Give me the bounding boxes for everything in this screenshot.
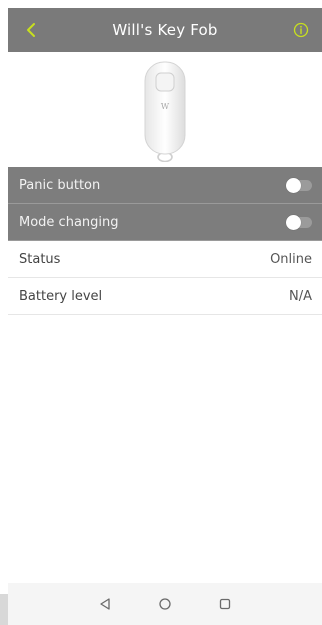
key-fob-image: W [144, 61, 186, 162]
battery-level-label: Battery level [19, 288, 103, 304]
device-image-area: W [8, 52, 322, 167]
back-button[interactable] [18, 17, 44, 43]
fob-logo: W [161, 102, 170, 111]
nav-home-button[interactable] [135, 589, 195, 619]
status-value: Online [270, 251, 312, 267]
chevron-left-icon [27, 23, 35, 37]
triangle-back-icon [100, 598, 110, 610]
mode-changing-label: Mode changing [19, 214, 119, 230]
status-row: Status Online [8, 241, 322, 278]
toggle-knob [286, 214, 301, 230]
mode-changing-row: Mode changing [8, 204, 322, 241]
nav-back-button[interactable] [75, 589, 135, 619]
info-button[interactable] [288, 17, 314, 43]
circle-home-icon [159, 598, 171, 610]
screen-edge-shade [0, 594, 8, 625]
battery-level-row: Battery level N/A [8, 278, 322, 315]
screen-edge [0, 0, 8, 625]
panic-button-label: Panic button [19, 177, 101, 193]
nav-recents-button[interactable] [195, 589, 255, 619]
panic-button-toggle[interactable] [286, 177, 312, 193]
page-title: Will's Key Fob [112, 21, 218, 39]
app-header: Will's Key Fob [8, 8, 322, 52]
panic-button-row: Panic button [8, 167, 322, 204]
toggle-knob [286, 177, 301, 193]
status-label: Status [19, 251, 61, 267]
info-circle-icon [293, 22, 309, 38]
settings-list: Panic button Mode changing Status Online… [8, 167, 322, 315]
square-recents-icon [219, 598, 231, 610]
mode-changing-toggle[interactable] [286, 214, 312, 230]
android-nav-bar [8, 583, 322, 625]
battery-level-value: N/A [289, 288, 312, 304]
